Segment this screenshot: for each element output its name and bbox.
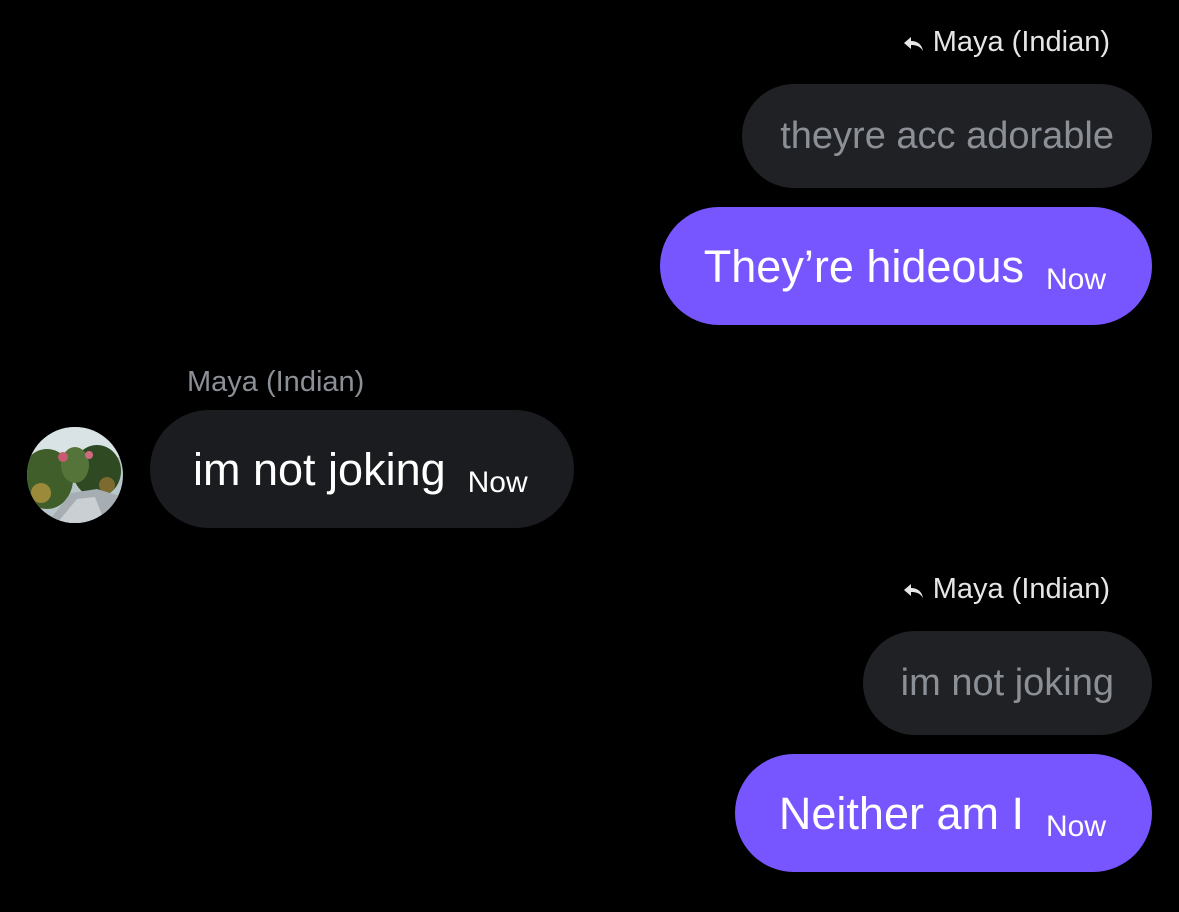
avatar-photo <box>27 427 123 523</box>
message-time: Now <box>1045 263 1106 296</box>
sender-name: Maya (Indian) <box>187 366 365 398</box>
quoted-text: theyre acc adorable <box>780 114 1114 157</box>
reply-header: Maya (Indian) <box>901 573 1110 606</box>
reply-to-name: Maya (Indian) <box>932 573 1110 605</box>
reply-arrow-icon <box>903 36 923 51</box>
outgoing-message-bubble[interactable]: They’re hideous Now <box>659 207 1152 325</box>
message-text: They’re hideous <box>703 240 1024 292</box>
reply-to-name: Maya (Indian) <box>932 26 1110 58</box>
message-time: Now <box>1045 810 1106 843</box>
incoming-message-bubble[interactable]: im not joking Now <box>150 410 574 528</box>
message-text: im not joking <box>193 443 446 495</box>
quoted-message[interactable]: theyre acc adorable <box>742 84 1152 188</box>
reply-header: Maya (Indian) <box>901 26 1110 59</box>
message-text: Neither am I <box>778 787 1024 839</box>
outgoing-message-bubble[interactable]: Neither am I Now <box>734 754 1152 872</box>
avatar[interactable] <box>27 427 123 523</box>
message-time: Now <box>467 466 528 499</box>
quoted-text: im not joking <box>900 661 1114 704</box>
reply-arrow-icon <box>903 583 923 598</box>
quoted-message[interactable]: im not joking <box>862 631 1152 735</box>
